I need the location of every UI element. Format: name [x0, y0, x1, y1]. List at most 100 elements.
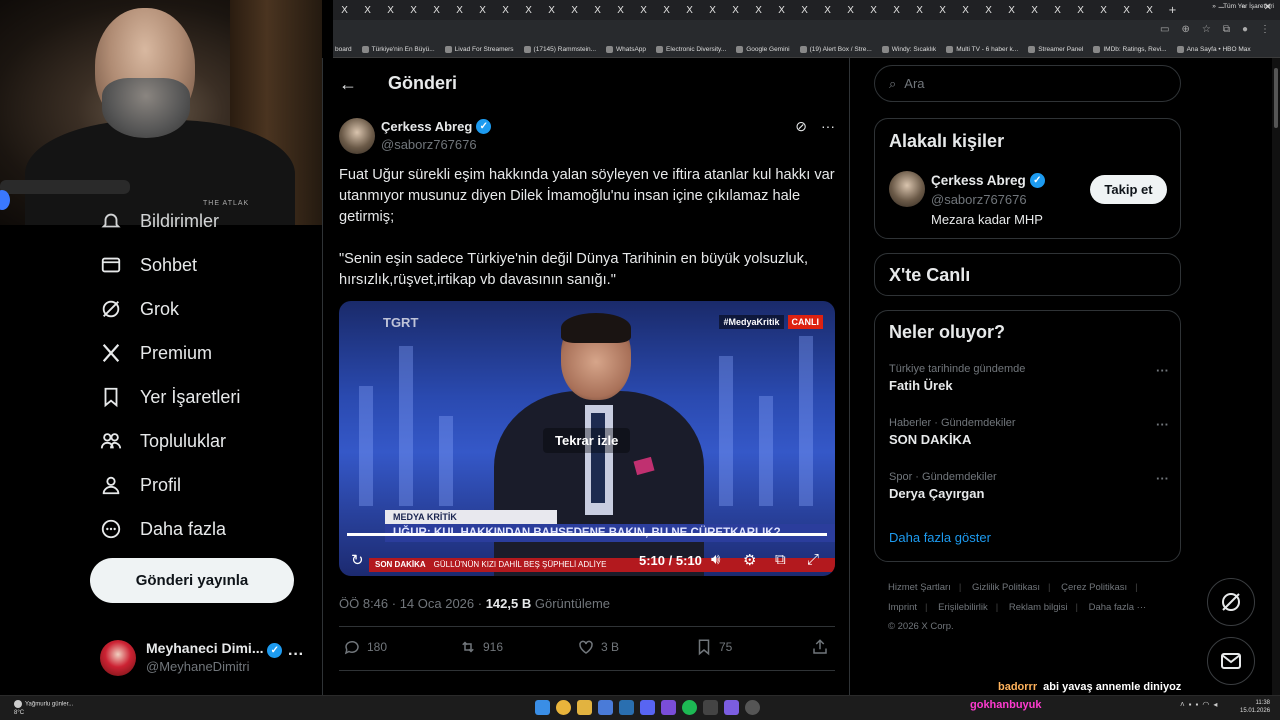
reply-button[interactable]: 180	[343, 638, 387, 656]
browser-tab[interactable]: X	[402, 0, 425, 20]
app-icon[interactable]	[661, 700, 676, 715]
browser-tab[interactable]: X	[747, 0, 770, 20]
footer-link[interactable]: Imprint	[888, 602, 917, 613]
nav-item-communities[interactable]: Topluluklar	[100, 430, 226, 452]
bookmark-item[interactable]: board	[335, 46, 352, 53]
search-box[interactable]: ⌕	[874, 65, 1181, 102]
live-card[interactable]: X'te Canlı	[874, 253, 1181, 296]
browser-tab[interactable]: X	[448, 0, 471, 20]
browser-tab[interactable]: X	[839, 0, 862, 20]
cast-icon[interactable]: ▭	[1160, 24, 1169, 35]
bookmark-item[interactable]: Livad For Streamers	[444, 46, 514, 53]
page-scrollbar[interactable]	[1272, 58, 1280, 695]
browser-tab[interactable]: X	[862, 0, 885, 20]
nav-item-grok[interactable]: Grok	[100, 298, 179, 320]
trend-item[interactable]: Türkiye tarihinde gündemde Fatih Ürek ··…	[889, 363, 1169, 393]
footer-link[interactable]: Çerez Politikası	[1061, 582, 1127, 593]
browser-tab[interactable]: X	[931, 0, 954, 20]
browser-tab[interactable]: X	[632, 0, 655, 20]
browser-tab[interactable]: X	[1023, 0, 1046, 20]
footer-link[interactable]: Daha fazla ···	[1089, 602, 1147, 613]
browser-tab[interactable]: X	[885, 0, 908, 20]
more-icon[interactable]: ···	[288, 646, 304, 664]
grok-fab[interactable]	[1207, 578, 1255, 626]
bookmark-button[interactable]: 75	[695, 638, 732, 656]
author-avatar[interactable]	[339, 118, 375, 154]
browser-tab[interactable]: X	[1000, 0, 1023, 20]
fullscreen-icon[interactable]: ⤢	[807, 551, 819, 568]
bookmark-item[interactable]: Electronic Diversity...	[656, 46, 726, 53]
trend-item[interactable]: Haberler · Gündemdekiler SON DAKİKA ···	[889, 417, 1169, 447]
bookmark-item[interactable]: (19) Alert Box / Stre...	[799, 46, 872, 53]
like-button[interactable]: 3 B	[577, 638, 619, 656]
repost-button[interactable]: 916	[459, 638, 503, 656]
replay-icon[interactable]: ↻	[351, 551, 364, 569]
chrome-icon[interactable]	[556, 700, 571, 715]
video-player[interactable]: TGRT #MedyaKritik CANLI Tekrar izle MEDY…	[339, 301, 835, 576]
browser-tab[interactable]: X	[1115, 0, 1138, 20]
footer-link[interactable]: Gizlilik Politikası	[972, 582, 1040, 593]
network-icon[interactable]: ▪	[1189, 700, 1192, 709]
replay-button[interactable]: Tekrar izle	[543, 428, 631, 453]
bookmark-item[interactable]: Google Gemini	[736, 46, 790, 53]
app-icon[interactable]	[724, 700, 739, 715]
bookmark-item[interactable]: Multi TV - 6 haber k...	[946, 46, 1018, 53]
explorer-icon[interactable]	[577, 700, 592, 715]
browser-tab[interactable]: X	[1138, 0, 1161, 20]
bookmark-item[interactable]: Ana Sayfa • HBO Max	[1176, 46, 1251, 53]
more-icon[interactable]: ···	[1156, 471, 1169, 486]
app-icon[interactable]	[703, 700, 718, 715]
browser-tab[interactable]: X	[724, 0, 747, 20]
browser-tab[interactable]: X	[425, 0, 448, 20]
new-tab-button[interactable]: +	[1161, 0, 1184, 20]
zoom-icon[interactable]: ⊕	[1181, 24, 1189, 35]
browser-tab[interactable]: X	[678, 0, 701, 20]
bookmark-item[interactable]: IMDb: Ratings, Revi...	[1093, 46, 1167, 53]
author-handle[interactable]: @saborz767676	[381, 137, 477, 152]
bookmark-item[interactable]: Windy: Sıcaklık	[881, 46, 936, 53]
footer-link[interactable]: Erişilebilirlik	[938, 602, 988, 613]
messages-fab[interactable]	[1207, 637, 1255, 685]
author-name[interactable]: Çerkess Abreg ✓	[381, 119, 492, 134]
browser-tab[interactable]: X	[609, 0, 632, 20]
spotify-icon[interactable]	[682, 700, 697, 715]
browser-tab[interactable]: X	[793, 0, 816, 20]
speaker-icon[interactable]: ◂	[1213, 700, 1217, 709]
nav-item-profile[interactable]: Profil	[100, 474, 181, 496]
weather-widget[interactable]: Yağmurlu günler... 8°C	[14, 700, 73, 717]
folder-icon[interactable]: ▪	[1196, 700, 1199, 709]
browser-tab[interactable]: X	[356, 0, 379, 20]
nav-item-bookmarks[interactable]: Yer İşaretleri	[100, 386, 240, 408]
browser-tab[interactable]: X	[816, 0, 839, 20]
show-more-link[interactable]: Daha fazla göster	[889, 530, 991, 545]
browser-tab[interactable]: X	[494, 0, 517, 20]
bookmark-item[interactable]: Streamer Panel	[1028, 46, 1083, 53]
nav-item-premium[interactable]: Premium	[100, 342, 212, 364]
browser-tab[interactable]: X	[471, 0, 494, 20]
browser-tab[interactable]: X	[1069, 0, 1092, 20]
clock[interactable]: 11:38 15.01.2026	[1240, 699, 1270, 715]
browser-tab[interactable]: X	[770, 0, 793, 20]
share-button[interactable]	[811, 638, 829, 656]
footer-link[interactable]: Reklam bilgisi	[1009, 602, 1068, 613]
browser-tab[interactable]: X	[379, 0, 402, 20]
extensions-icon[interactable]: ⧉	[1223, 24, 1230, 35]
nav-item-notifications[interactable]: Bildirimler	[100, 210, 219, 232]
bookmark-item[interactable]: Türkiye'nin En Büyü...	[361, 46, 435, 53]
discord-icon[interactable]	[640, 700, 655, 715]
browser-tab[interactable]: X	[563, 0, 586, 20]
start-icon[interactable]	[535, 700, 550, 715]
volume-icon[interactable]: 🔊︎	[711, 551, 720, 568]
browser-tab[interactable]: X	[954, 0, 977, 20]
nav-item-chat[interactable]: Sohbet	[100, 254, 197, 276]
menu-icon[interactable]: ⋮	[1260, 24, 1270, 35]
account-switcher[interactable]: Meyhaneci Dimi... ✓ @MeyhaneDimitri ···	[100, 636, 310, 680]
browser-tab[interactable]: X	[517, 0, 540, 20]
profile-icon[interactable]: ●	[1242, 24, 1248, 35]
browser-tab[interactable]: X	[655, 0, 678, 20]
browser-tab[interactable]: X	[1092, 0, 1115, 20]
star-icon[interactable]: ☆	[1202, 24, 1211, 35]
browser-tab[interactable]: X	[1046, 0, 1069, 20]
more-icon[interactable]: ···	[1156, 363, 1169, 378]
app-icon[interactable]	[745, 700, 760, 715]
